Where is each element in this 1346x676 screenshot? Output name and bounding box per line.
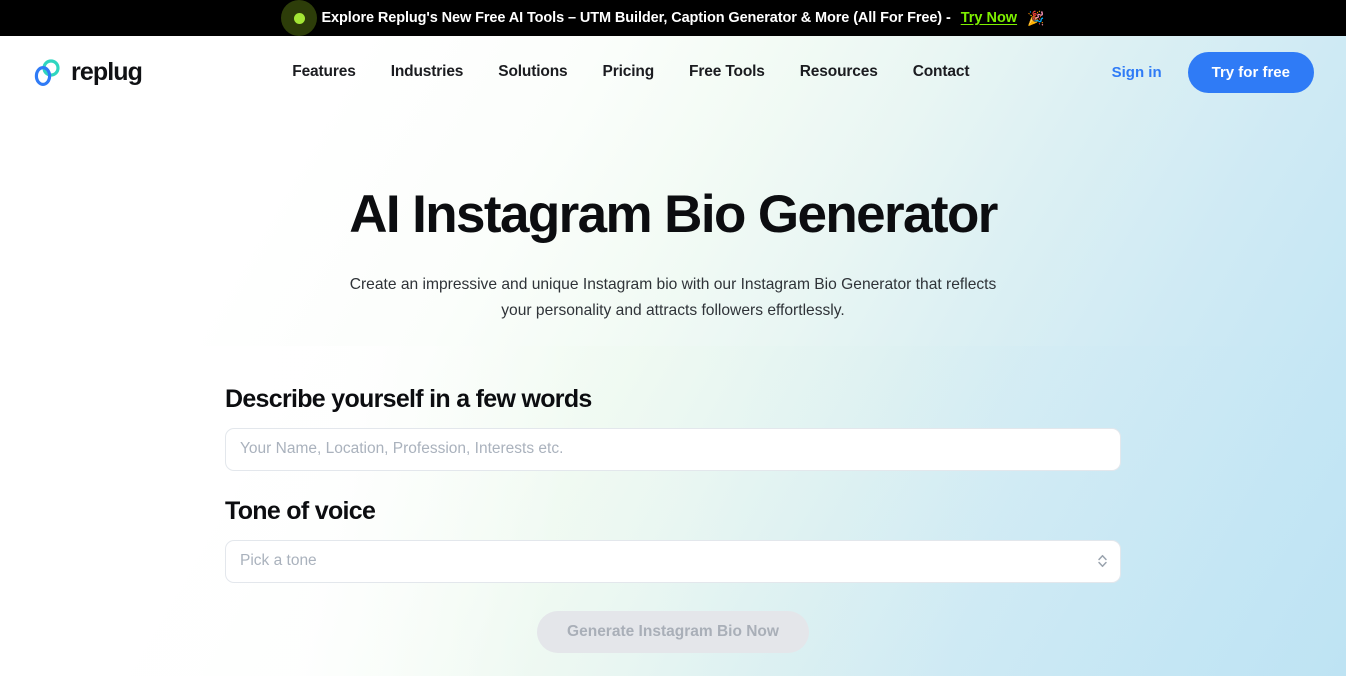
bio-generator-form: Describe yourself in a few words Tone of… bbox=[225, 385, 1121, 653]
generate-bio-button[interactable]: Generate Instagram Bio Now bbox=[537, 610, 809, 653]
describe-input[interactable] bbox=[225, 427, 1121, 471]
tone-field-label: Tone of voice bbox=[225, 496, 376, 525]
announcement-try-now-link[interactable]: Try Now bbox=[961, 10, 1017, 26]
nav-item-resources[interactable]: Resources bbox=[800, 63, 878, 81]
nav-item-solutions[interactable]: Solutions bbox=[498, 63, 567, 81]
tone-select-wrapper: Pick a tone bbox=[225, 539, 1121, 583]
replug-rings-logo-icon bbox=[34, 59, 60, 86]
announcement-text: Explore Replug's New Free AI Tools – UTM… bbox=[321, 10, 951, 26]
site-header: replug Features Industries Solutions Pri… bbox=[0, 36, 1346, 108]
try-for-free-button[interactable]: Try for free bbox=[1187, 51, 1314, 93]
sign-in-link[interactable]: Sign in bbox=[1112, 64, 1162, 81]
announcement-banner: Explore Replug's New Free AI Tools – UTM… bbox=[0, 0, 1346, 36]
tone-select[interactable]: Pick a tone bbox=[225, 539, 1121, 583]
nav-item-contact[interactable]: Contact bbox=[913, 63, 970, 81]
nav-item-features[interactable]: Features bbox=[292, 63, 356, 81]
nav-item-pricing[interactable]: Pricing bbox=[603, 63, 655, 81]
announcement-banner-content: Explore Replug's New Free AI Tools – UTM… bbox=[281, 0, 1045, 36]
replug-logo[interactable]: replug bbox=[32, 57, 143, 87]
page-title: AI Instagram Bio Generator bbox=[349, 185, 998, 244]
header-actions: Sign in Try for free bbox=[1112, 51, 1314, 93]
hero-section: AI Instagram Bio Generator Create an imp… bbox=[0, 108, 1346, 323]
party-popper-icon: 🎉 bbox=[1027, 10, 1045, 26]
nav-item-industries[interactable]: Industries bbox=[391, 63, 464, 81]
generate-button-row: Generate Instagram Bio Now bbox=[225, 610, 1121, 653]
hero-subtitle: Create an impressive and unique Instagra… bbox=[349, 276, 997, 319]
status-dot-icon bbox=[281, 0, 318, 36]
describe-field-label: Describe yourself in a few words bbox=[225, 384, 592, 413]
main-nav: Features Industries Solutions Pricing Fr… bbox=[150, 63, 1112, 81]
nav-item-free-tools[interactable]: Free Tools bbox=[689, 63, 765, 81]
logo-wordmark: replug bbox=[71, 57, 143, 86]
